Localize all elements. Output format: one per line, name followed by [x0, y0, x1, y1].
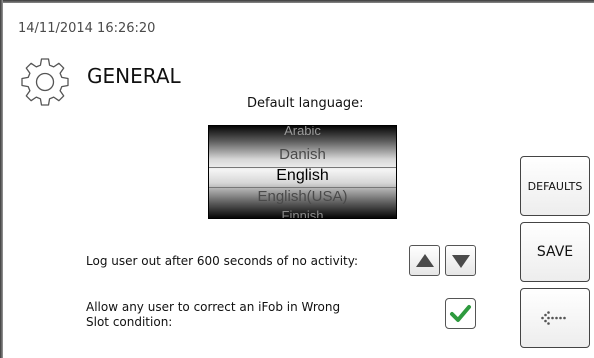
back-button[interactable]: [520, 288, 590, 348]
language-picker-wheel[interactable]: Arabic Danish English English(USA) Finni…: [208, 125, 397, 219]
save-button[interactable]: SAVE: [520, 222, 590, 282]
triangle-down-icon: [452, 255, 470, 268]
page-title: GENERAL: [87, 64, 181, 88]
defaults-button[interactable]: DEFAULTS: [520, 156, 590, 216]
checkmark-icon: [450, 305, 471, 322]
wrong-slot-checkbox[interactable]: [445, 298, 476, 329]
default-language-label: Default language:: [247, 96, 364, 111]
language-option[interactable]: Danish: [209, 146, 396, 163]
language-option-selected[interactable]: English: [209, 167, 396, 185]
triangle-up-icon: [416, 254, 434, 267]
wrong-slot-label: Allow any user to correct an iFob in Wro…: [86, 300, 341, 329]
settings-screen: 14/11/2014 16:26:20 GENERAL Default lang…: [0, 0, 594, 358]
logout-timeout-label: Log user out after 600 seconds of no act…: [86, 254, 359, 268]
language-option[interactable]: Arabic: [209, 126, 396, 138]
language-option[interactable]: Finnish: [209, 208, 396, 218]
datetime-display: 14/11/2014 16:26:20: [18, 21, 156, 36]
language-option[interactable]: English(USA): [209, 188, 396, 205]
timeout-increase-button[interactable]: [409, 245, 440, 276]
frame-left-edge: [0, 0, 3, 358]
timeout-decrease-button[interactable]: [445, 245, 476, 276]
back-arrow-icon: [541, 311, 566, 325]
gear-icon: [21, 58, 69, 106]
frame-top-edge: [0, 0, 594, 3]
